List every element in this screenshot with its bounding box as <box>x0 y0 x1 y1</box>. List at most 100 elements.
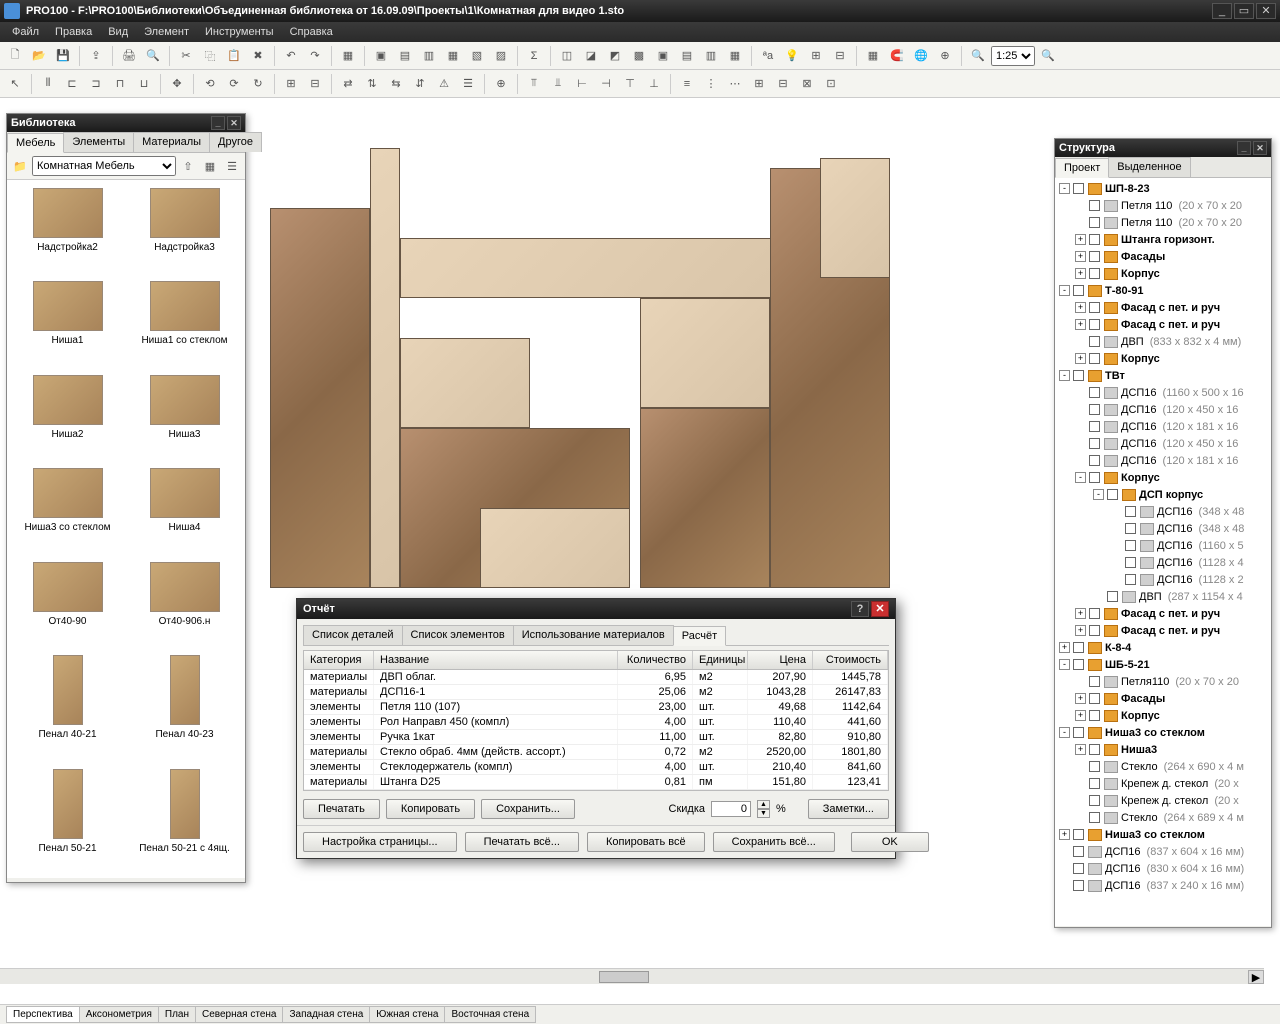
tree-row[interactable]: Крепеж д. стекол(20 x <box>1057 792 1269 809</box>
new-icon[interactable]: 🗋 <box>4 45 26 67</box>
tree-row[interactable]: ДСП16(120 x 450 x 16 <box>1057 401 1269 418</box>
open-icon[interactable]: 📂 <box>28 45 50 67</box>
flip4-icon[interactable]: ⇵ <box>409 73 431 95</box>
view5-icon[interactable]: ▣ <box>652 45 674 67</box>
checkbox[interactable] <box>1089 387 1100 398</box>
align1-icon[interactable]: ⫴ <box>37 73 59 95</box>
tree-row[interactable]: ДВП(287 x 1154 x 4 <box>1057 588 1269 605</box>
grid-row[interactable]: элементыПетля 110 (107)23,00шт.49,681142… <box>304 700 888 715</box>
checkbox[interactable] <box>1089 625 1100 636</box>
checkbox[interactable] <box>1089 200 1100 211</box>
expand-icon[interactable]: - <box>1059 727 1070 738</box>
dist6-icon[interactable]: ⊥ <box>643 73 665 95</box>
zoomin-icon[interactable]: 🔍 <box>1037 45 1059 67</box>
library-item[interactable]: Пенал 50-21 с 4ящ. <box>128 765 241 874</box>
panel4-icon[interactable]: ▦ <box>442 45 464 67</box>
checkbox[interactable] <box>1089 455 1100 466</box>
tool-icon[interactable]: ▦ <box>337 45 359 67</box>
view-tab-3[interactable]: Северная стена <box>195 1006 284 1023</box>
checkbox[interactable] <box>1107 591 1118 602</box>
checkbox[interactable] <box>1107 489 1118 500</box>
ungroup-icon[interactable]: ⊟ <box>304 73 326 95</box>
view-tab-1[interactable]: Аксонометрия <box>79 1006 159 1023</box>
checkbox[interactable] <box>1125 506 1136 517</box>
expand-icon[interactable] <box>1111 506 1122 517</box>
globe-icon[interactable]: 🌐 <box>910 45 932 67</box>
grid-row[interactable]: элементыРол Направл 450 (компл)4,00шт.11… <box>304 715 888 730</box>
checkbox[interactable] <box>1089 795 1100 806</box>
tree-row[interactable]: +Фасады <box>1057 690 1269 707</box>
checkbox[interactable] <box>1089 608 1100 619</box>
menu-Правка[interactable]: Правка <box>47 24 100 40</box>
discount-down[interactable]: ▼ <box>757 809 770 818</box>
checkbox[interactable] <box>1089 234 1100 245</box>
tree-row[interactable]: ДСП16(837 x 240 x 16 мм) <box>1057 877 1269 894</box>
checkbox[interactable] <box>1089 812 1100 823</box>
group-icon[interactable]: ⊞ <box>280 73 302 95</box>
library-item[interactable]: Пенал 50-21 <box>11 765 124 874</box>
report-tab-1[interactable]: Список элементов <box>402 625 514 645</box>
dist2-icon[interactable]: ⫫ <box>547 73 569 95</box>
library-item[interactable]: Ниша3 <box>128 371 241 460</box>
expand-icon[interactable]: + <box>1075 625 1086 636</box>
tree-row[interactable]: ДСП16(120 x 181 x 16 <box>1057 452 1269 469</box>
grid-row[interactable]: материалыСтекло обраб. 4мм (действ. ассо… <box>304 745 888 760</box>
library-tab-2[interactable]: Материалы <box>133 132 210 152</box>
tree-row[interactable]: +Фасады <box>1057 248 1269 265</box>
menu-Справка[interactable]: Справка <box>282 24 341 40</box>
print-all-button[interactable]: Печатать всё... <box>465 832 579 852</box>
expand-icon[interactable] <box>1075 217 1086 228</box>
prop-icon[interactable]: ☰ <box>457 73 479 95</box>
structure-close-button[interactable]: ✕ <box>1253 141 1267 155</box>
library-item[interactable]: Ниша3 со стеклом <box>11 464 124 553</box>
tree-row[interactable]: -Т-80-91 <box>1057 282 1269 299</box>
grid-icon[interactable]: ▦ <box>862 45 884 67</box>
panel6-icon[interactable]: ▨ <box>490 45 512 67</box>
tree-row[interactable]: Петля110(20 x 70 x 20 <box>1057 673 1269 690</box>
grid-row[interactable]: материалыДСП16-125,06м21043,2826147,83 <box>304 685 888 700</box>
view2-icon[interactable]: ◪ <box>580 45 602 67</box>
col-cost[interactable]: Стоимость <box>813 651 888 669</box>
arr2-icon[interactable]: ⋮ <box>700 73 722 95</box>
menu-Вид[interactable]: Вид <box>100 24 136 40</box>
expand-icon[interactable] <box>1075 336 1086 347</box>
tree-row[interactable]: ДСП16(1128 x 2 <box>1057 571 1269 588</box>
library-item[interactable]: Надстройка2 <box>11 184 124 273</box>
tree-row[interactable]: -ШП-8-23 <box>1057 180 1269 197</box>
menu-Инструменты[interactable]: Инструменты <box>197 24 282 40</box>
checkbox[interactable] <box>1073 846 1084 857</box>
expand-icon[interactable] <box>1059 846 1070 857</box>
checkbox[interactable] <box>1089 778 1100 789</box>
tree-row[interactable]: ДСП16(1128 x 4 <box>1057 554 1269 571</box>
checkbox[interactable] <box>1125 557 1136 568</box>
align3-icon[interactable]: ⊐ <box>85 73 107 95</box>
print-icon[interactable]: 🖨 <box>118 45 140 67</box>
checkbox[interactable] <box>1089 693 1100 704</box>
warn-icon[interactable]: ⚠ <box>433 73 455 95</box>
move-icon[interactable]: ✥ <box>166 73 188 95</box>
redo-icon[interactable]: ↷ <box>304 45 326 67</box>
expand-icon[interactable] <box>1075 387 1086 398</box>
view-tab-0[interactable]: Перспектива <box>6 1006 80 1023</box>
tree-row[interactable]: Петля 110(20 x 70 x 20 <box>1057 214 1269 231</box>
checkbox[interactable] <box>1089 353 1100 364</box>
checkbox[interactable] <box>1089 438 1100 449</box>
tree-row[interactable]: -ДСП корпус <box>1057 486 1269 503</box>
target-icon[interactable]: ⊕ <box>934 45 956 67</box>
up-icon[interactable]: ⇧ <box>178 156 198 176</box>
arr5-icon[interactable]: ⊟ <box>772 73 794 95</box>
expand-icon[interactable] <box>1075 778 1086 789</box>
checkbox[interactable] <box>1073 285 1084 296</box>
copy-icon[interactable]: ⿻ <box>199 45 221 67</box>
tree-row[interactable]: ДСП16(830 x 604 x 16 мм) <box>1057 860 1269 877</box>
structure-tab-1[interactable]: Выделенное <box>1108 157 1190 177</box>
menu-Элемент[interactable]: Элемент <box>136 24 197 40</box>
tree-row[interactable]: +Штанга горизонт. <box>1057 231 1269 248</box>
tree-row[interactable]: +Корпус <box>1057 707 1269 724</box>
menu-Файл[interactable]: Файл <box>4 24 47 40</box>
library-item[interactable]: Пенал 40-23 <box>128 651 241 760</box>
library-tab-0[interactable]: Мебель <box>7 133 64 153</box>
report-tab-0[interactable]: Список деталей <box>303 625 403 645</box>
ok-button[interactable]: OK <box>851 832 929 852</box>
checkbox[interactable] <box>1073 880 1084 891</box>
